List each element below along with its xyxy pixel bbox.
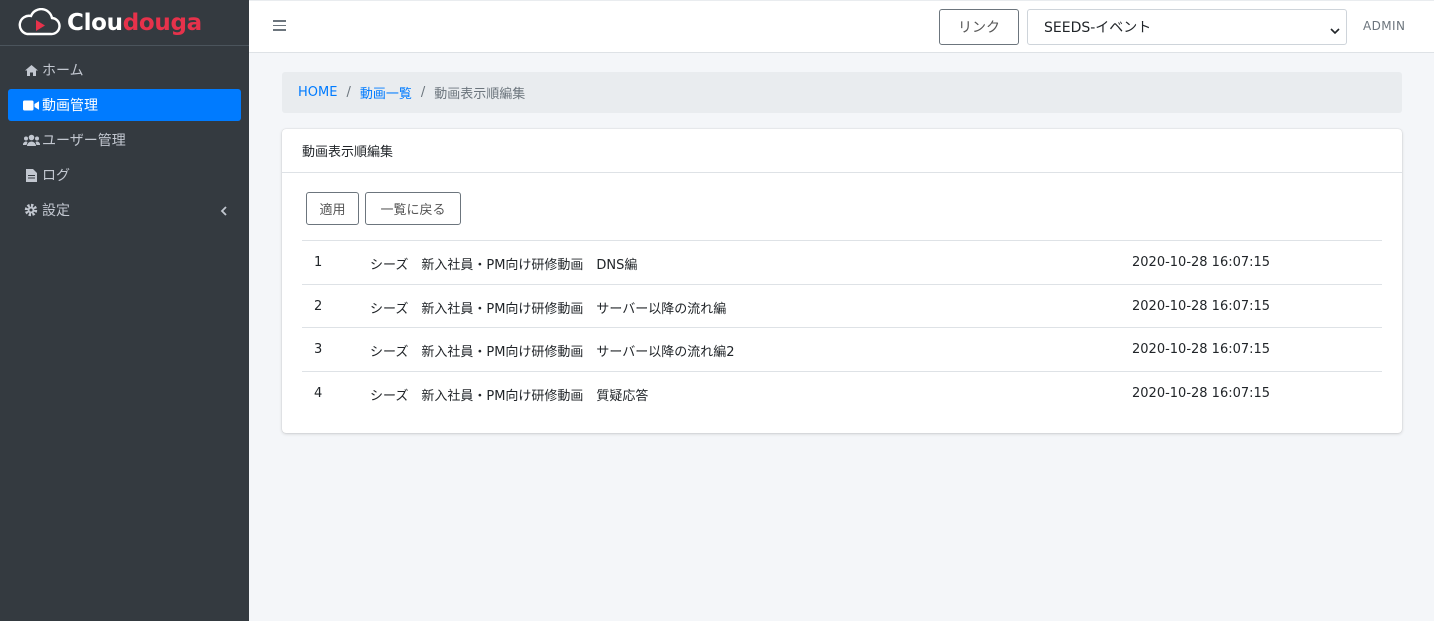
event-select[interactable]: SEEDS-イベント (1027, 9, 1347, 45)
breadcrumb-home-link[interactable]: HOME (298, 85, 337, 100)
list-item[interactable]: 2 シーズ 新入社員・PM向け研修動画 サーバー以降の流れ編 2020-10-2… (302, 283, 1382, 328)
sidebar-item-log[interactable]: ログ (8, 159, 241, 191)
video-title: シーズ 新入社員・PM向け研修動画 サーバー以降の流れ編2 (370, 345, 735, 360)
sidebar: Cloudouga ホーム 動画管理 ユーザー管理 ログ 設定 (0, 0, 249, 621)
breadcrumb-video-list-link[interactable]: 動画一覧 (360, 83, 412, 102)
sidebar-item-home[interactable]: ホーム (8, 54, 241, 86)
sidebar-item-settings[interactable]: 設定 (8, 194, 241, 226)
breadcrumb-separator: / (420, 85, 426, 100)
home-icon (22, 63, 40, 77)
back-to-list-button[interactable]: 一覧に戻る (365, 192, 461, 225)
sidebar-item-user-management[interactable]: ユーザー管理 (8, 124, 241, 156)
breadcrumb: HOME / 動画一覧 / 動画表示順編集 (282, 72, 1402, 113)
video-date: 2020-10-28 16:07:15 (1132, 342, 1271, 357)
video-order-card: 動画表示順編集 適用 一覧に戻る 1 シーズ 新入社員・PM向け研修動画 DNS… (282, 129, 1402, 433)
link-button[interactable]: リンク (939, 9, 1019, 45)
sidebar-item-label: 設定 (42, 203, 70, 219)
file-icon (22, 168, 40, 182)
video-date: 2020-10-28 16:07:15 (1132, 298, 1271, 314)
users-icon (22, 133, 40, 147)
sidebar-item-label: 動画管理 (42, 98, 98, 114)
user-menu-admin[interactable]: ADMIN (1363, 19, 1405, 33)
video-title: シーズ 新入社員・PM向け研修動画 質疑応答 (370, 388, 649, 404)
order-number: 4 (314, 385, 323, 401)
brand[interactable]: Cloudouga (0, 0, 249, 46)
list-item[interactable]: 4 シーズ 新入社員・PM向け研修動画 質疑応答 2020-10-28 16:0… (302, 370, 1382, 415)
sidebar-item-label: ログ (42, 168, 70, 184)
video-order-list: 1 シーズ 新入社員・PM向け研修動画 DNS編 2020-10-28 16:0… (302, 240, 1382, 414)
topbar: リンク SEEDS-イベント ADMIN (249, 0, 1434, 53)
video-date: 2020-10-28 16:07:15 (1132, 385, 1271, 401)
sidebar-item-video-management[interactable]: 動画管理 (8, 89, 241, 121)
sidebar-item-label: ユーザー管理 (42, 133, 126, 149)
sidebar-item-label: ホーム (42, 63, 84, 79)
video-date: 2020-10-28 16:07:15 (1132, 255, 1271, 270)
order-number: 2 (314, 298, 323, 314)
list-item[interactable]: 3 シーズ 新入社員・PM向け研修動画 サーバー以降の流れ編2 2020-10-… (302, 327, 1382, 371)
video-title: シーズ 新入社員・PM向け研修動画 DNS編 (370, 258, 638, 273)
video-title: シーズ 新入社員・PM向け研修動画 サーバー以降の流れ編 (370, 301, 727, 317)
hamburger-menu-icon[interactable] (273, 20, 286, 31)
apply-button[interactable]: 適用 (306, 192, 359, 225)
order-number: 3 (314, 342, 323, 357)
brand-name: Cloudouga (67, 9, 202, 36)
event-select-value: SEEDS-イベント (1044, 20, 1152, 36)
breadcrumb-separator: / (346, 85, 351, 100)
card-actions: 適用 一覧に戻る (306, 192, 467, 225)
sidebar-nav: ホーム 動画管理 ユーザー管理 ログ 設定 (0, 46, 249, 226)
breadcrumb-current: 動画表示順編集 (434, 87, 526, 102)
order-number: 1 (314, 255, 323, 270)
chevron-left-icon (220, 204, 227, 220)
gear-icon (22, 203, 40, 217)
chevron-down-icon (1330, 23, 1340, 39)
list-item[interactable]: 1 シーズ 新入社員・PM向け研修動画 DNS編 2020-10-28 16:0… (302, 240, 1382, 284)
card-title: 動画表示順編集 (282, 129, 1402, 173)
video-camera-icon (22, 98, 40, 112)
cloud-play-logo-icon (18, 7, 61, 35)
